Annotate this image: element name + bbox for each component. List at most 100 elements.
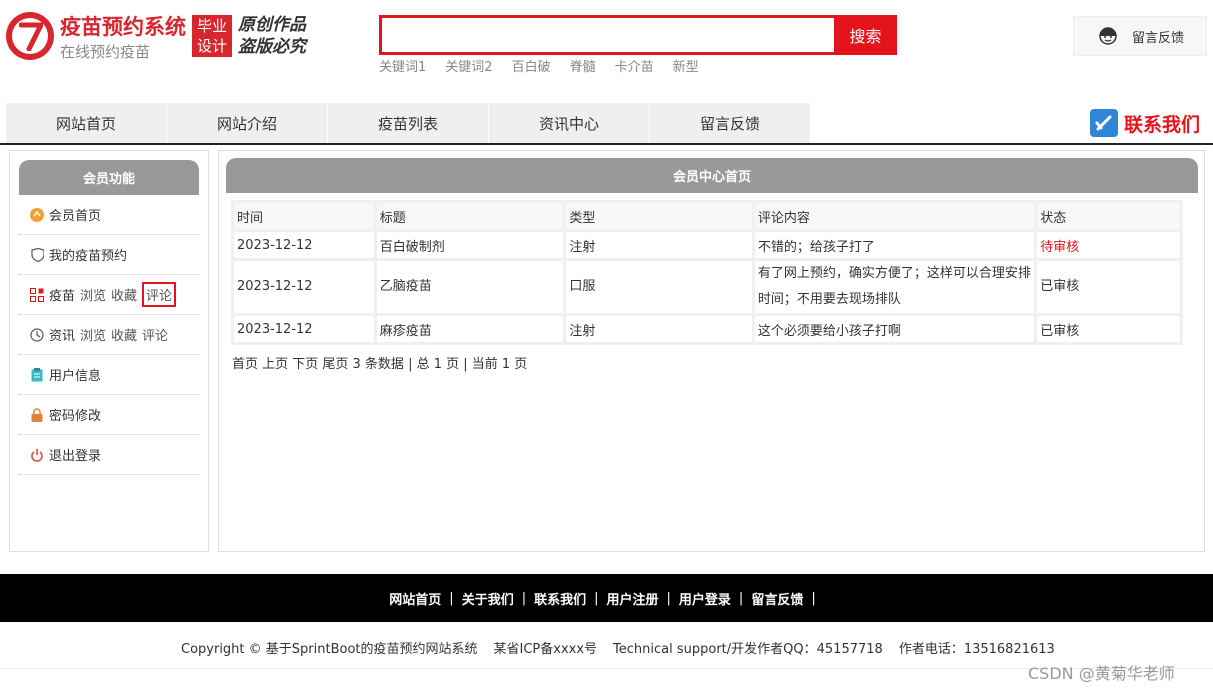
cell-comment: 这个必须要给小孩子打啊 [754,316,1035,342]
original-line-2: 盗版必究 [238,37,306,57]
sidebar-title: 会员功能 [19,160,199,195]
sidebar-item-label: 疫苗 [49,289,76,304]
search-bar: 搜索 [379,15,897,55]
logo-title: 疫苗预约系统 [60,15,186,39]
feedback-label: 留言反馈 [1132,30,1185,46]
sidebar-item-label: 密码修改 [49,409,102,424]
news-browse-link[interactable]: 浏览 [80,325,106,344]
phone-icon [1090,109,1118,137]
cell-type: 注射 [566,232,752,258]
cell-title: 百白破制剂 [376,232,564,258]
keyword-link[interactable]: 百白破 [512,56,551,75]
table-row: 2023-12-12 乙脑疫苗 口服 有了网上预约，确实方便了；这样可以合理安排… [234,261,1180,313]
footer-separator: | [594,590,599,606]
column-header-title: 标题 [376,203,564,229]
sidebar-item-logout[interactable]: 退出登录 [19,435,199,475]
sidebar-item-label: 用户信息 [49,369,102,384]
cell-time: 2023-12-12 [234,232,374,258]
table-row: 2023-12-12 百白破制剂 注射 不错的；给孩子打了 待审核 [234,232,1180,258]
news-favorites-link[interactable]: 收藏 [111,325,137,344]
sidebar-item-label: 我的疫苗预约 [49,249,128,264]
feedback-link[interactable]: 留言反馈 [1073,16,1207,56]
cell-type: 注射 [566,316,752,342]
column-header-type: 类型 [566,203,752,229]
comments-table: 时间 标题 类型 评论内容 状态 2023-12-12 百白破制剂 注射 不错的… [231,200,1183,345]
contact-us-link[interactable]: 联系我们 [1090,109,1200,137]
table-header-row: 时间 标题 类型 评论内容 状态 [234,203,1180,229]
badge-line-2: 设计 [196,37,227,55]
keyword-link[interactable]: 关键词2 [445,56,492,75]
cell-status: 已审核 [1037,316,1180,342]
footer-link-contact[interactable]: 联系我们 [534,589,586,608]
footer-link-register[interactable]: 用户注册 [607,589,659,608]
footer-link-feedback[interactable]: 留言反馈 [751,589,803,608]
logo-subtitle: 在线预约疫苗 [60,43,151,61]
original-line-1: 原创作品 [238,15,306,35]
cell-status: 待审核 [1037,232,1180,258]
footer-separator: | [666,590,671,606]
power-icon [30,448,44,462]
keyword-link[interactable]: 卡介苗 [615,56,654,75]
member-sidebar: 会员功能 会员首页 我的疫苗预约 疫苗 浏览 收藏 评论 资讯 浏览 收藏 评论… [9,150,209,552]
logo-mark-icon [6,12,54,60]
nav-item-feedback[interactable]: 留言反馈 [650,103,811,143]
search-input[interactable] [379,15,834,55]
cell-comment: 不错的；给孩子打了 [754,232,1035,258]
keyword-link[interactable]: 脊髓 [570,56,596,75]
cell-time: 2023-12-12 [234,316,374,342]
column-header-time: 时间 [234,203,374,229]
footer-link-about[interactable]: 关于我们 [462,589,514,608]
vaccine-comments-link[interactable]: 评论 [142,282,177,307]
nav-item-news[interactable]: 资讯中心 [489,103,650,143]
footer-separator: | [449,590,454,606]
news-comments-link[interactable]: 评论 [142,325,168,344]
history-icon [30,327,44,342]
keyword-link[interactable]: 关键词1 [379,56,426,75]
icp-text: 某省ICP备xxxx号 [493,642,598,657]
pagination[interactable]: 首页 上页 下页 尾页 3 条数据 | 总 1 页 | 当前 1 页 [232,353,527,372]
nav-item-about[interactable]: 网站介绍 [167,103,328,143]
cell-title: 乙脑疫苗 [376,261,564,313]
footer-separator: | [738,590,744,606]
search-button[interactable]: 搜索 [834,15,897,55]
graduation-badge: 毕业 设计 [192,15,232,57]
apps-icon [30,287,44,302]
footer-link-home[interactable]: 网站首页 [389,589,441,608]
sidebar-item-vaccine: 疫苗 浏览 收藏 评论 [19,275,199,315]
column-header-comment: 评论内容 [754,203,1035,229]
cell-status: 已审核 [1037,261,1180,313]
home-icon [30,207,44,222]
original-work-text: 原创作品 盗版必究 [238,14,306,58]
phone-text: 作者电话：13516821613 [898,642,1055,657]
footer-separator: | [521,590,527,606]
cell-title: 麻疹疫苗 [376,316,564,342]
vaccine-favorites-link[interactable]: 收藏 [111,285,137,304]
sidebar-item-member-home[interactable]: 会员首页 [19,195,199,235]
sidebar-item-user-info[interactable]: 用户信息 [19,355,199,395]
sidebar-item-my-appointments[interactable]: 我的疫苗预约 [19,235,199,275]
sidebar-item-label: 资讯 [49,329,76,344]
vaccine-browse-link[interactable]: 浏览 [80,285,106,304]
footer-nav: 网站首页 | 关于我们 | 联系我们 | 用户注册 | 用户登录 | 留言反馈 | [0,574,1213,622]
sidebar-item-label: 退出登录 [49,449,102,464]
footer-link-login[interactable]: 用户登录 [679,589,731,608]
nav-divider [0,143,1213,145]
keyword-link[interactable]: 新型 [673,56,699,75]
site-logo[interactable]: 疫苗预约系统 在线预约疫苗 毕业 设计 原创作品 盗版必究 [6,12,306,62]
watermark-text: CSDN @黄菊华老师 [1028,664,1175,683]
support-text: Technical support/开发作者QQ：45157718 [613,642,883,657]
sidebar-item-password[interactable]: 密码修改 [19,395,199,435]
nav-item-vaccines[interactable]: 疫苗列表 [328,103,489,143]
customer-service-icon [1099,27,1117,45]
cell-type: 口服 [566,261,752,313]
sidebar-item-label: 会员首页 [49,209,102,224]
badge-line-1: 毕业 [196,17,227,35]
copyright-line: Copyright © 基于SprintBoot的疫苗预约网站系统 某省ICP备… [181,638,1071,657]
table-row: 2023-12-12 麻疹疫苗 注射 这个必须要给小孩子打啊 已审核 [234,316,1180,342]
member-center-panel: 会员中心首页 时间 标题 类型 评论内容 状态 2023-12-12 百白破制剂… [218,150,1205,552]
cell-comment: 有了网上预约，确实方便了；这样可以合理安排时间；不用要去现场排队 [754,261,1035,313]
nav-item-home[interactable]: 网站首页 [6,103,167,143]
contact-us-label: 联系我们 [1124,113,1201,136]
column-header-status: 状态 [1037,203,1180,229]
hot-keywords: 关键词1 关键词2 百白破 脊髓 卡介苗 新型 [379,56,718,75]
